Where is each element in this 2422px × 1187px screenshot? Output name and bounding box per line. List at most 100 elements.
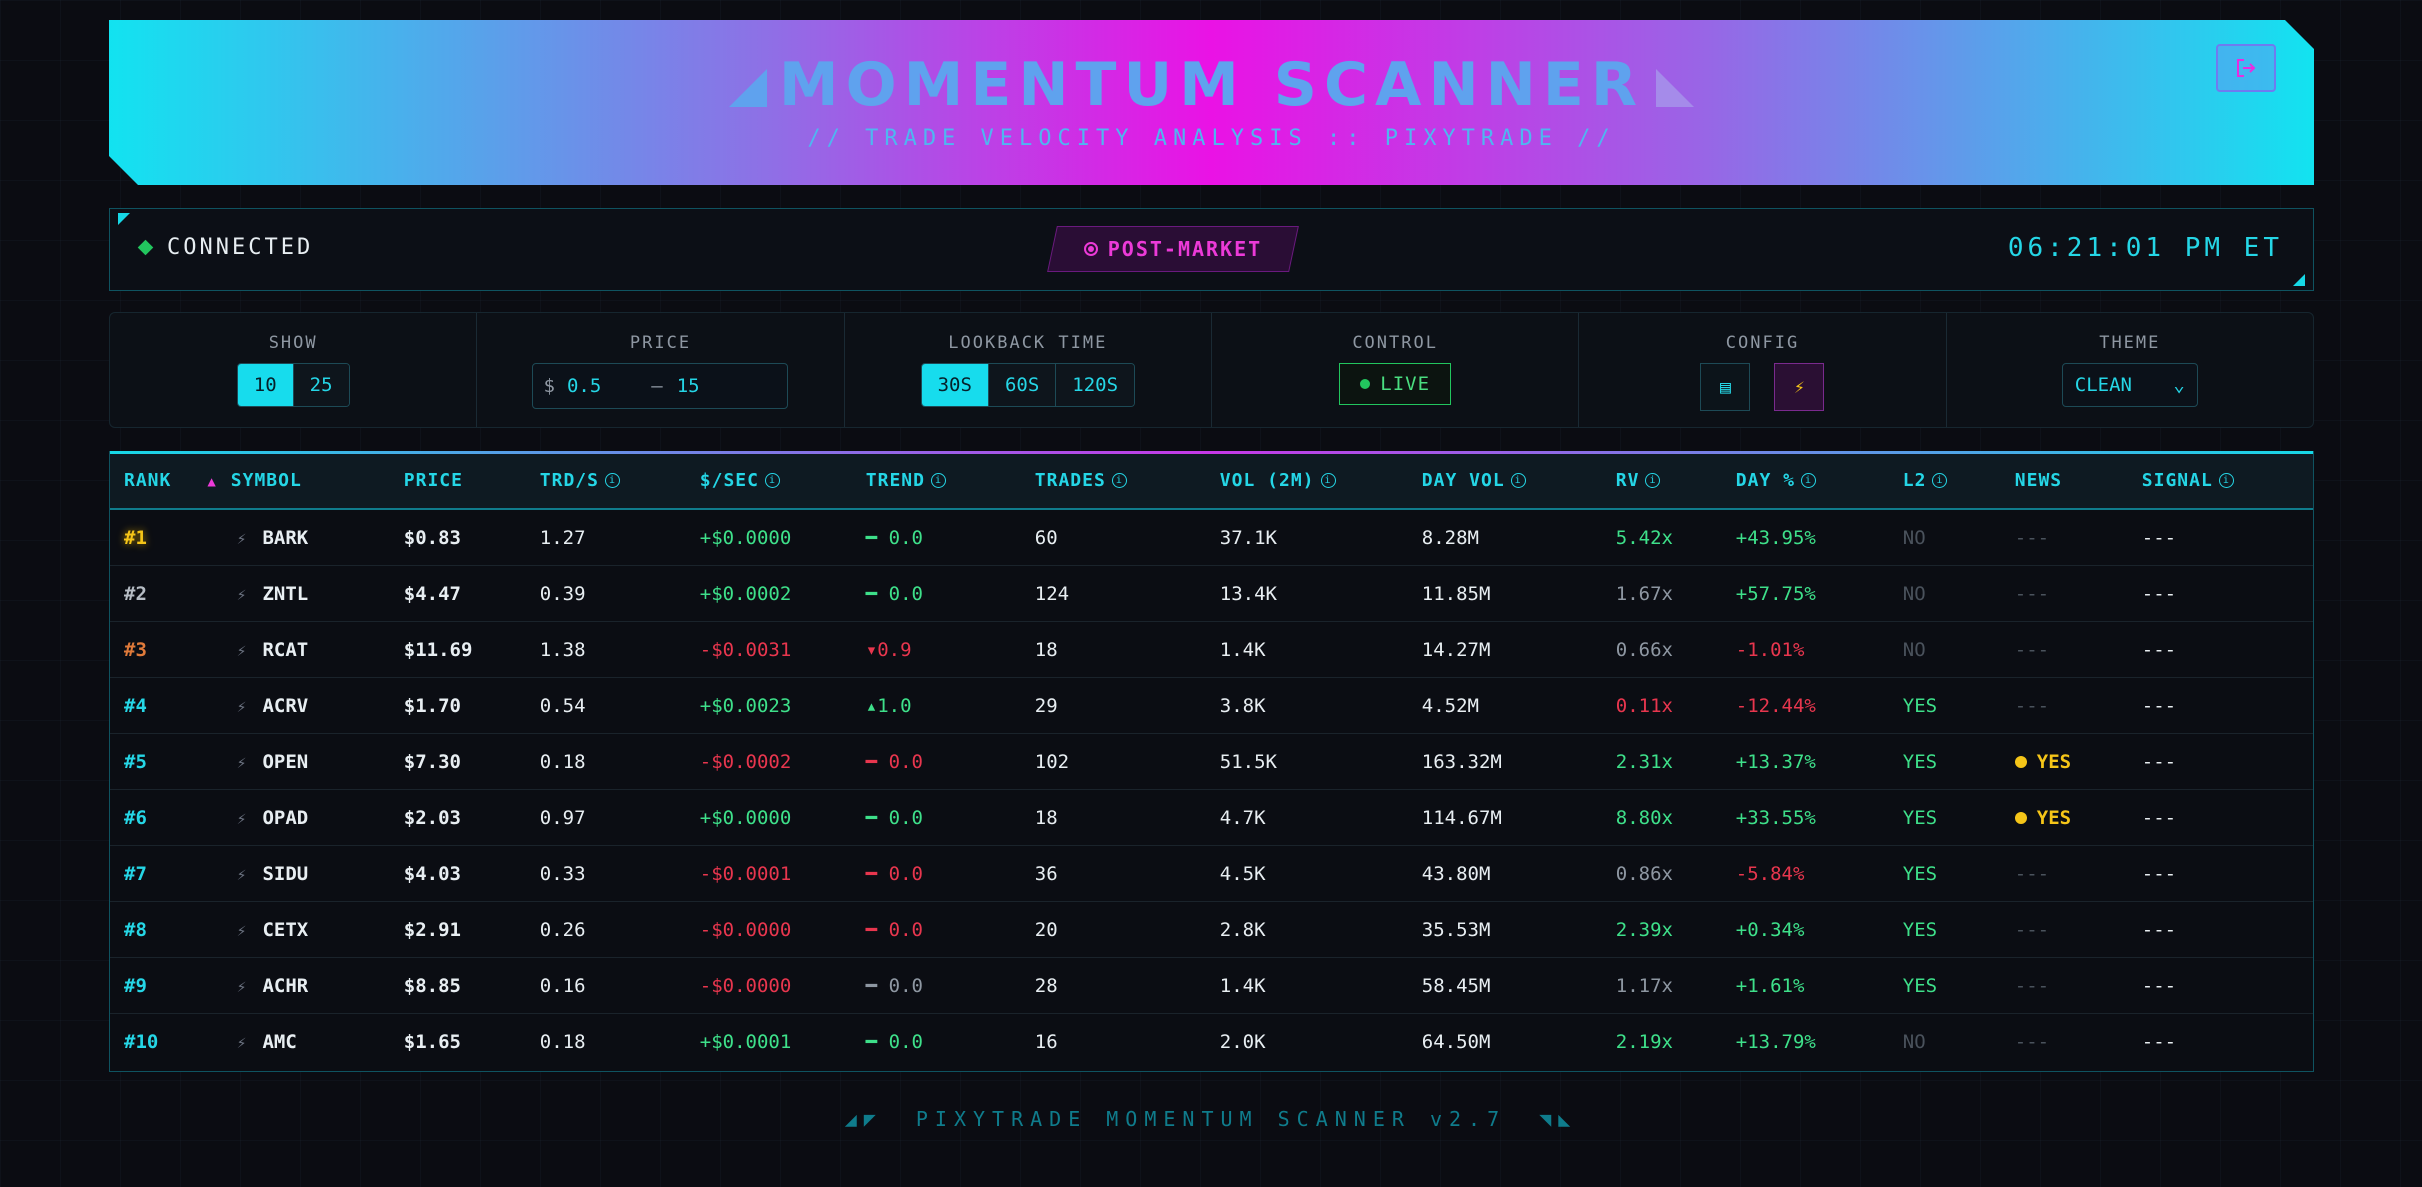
info-icon[interactable]: i [930, 473, 946, 488]
rank-cell: #9 [110, 957, 217, 1014]
symbol-cell[interactable]: ⚡ CETX [216, 901, 390, 958]
show-option-10[interactable]: 10 [237, 364, 294, 406]
col-sec[interactable]: $/SEC i [685, 452, 852, 510]
market-session-badge: POST-MARKET [1047, 226, 1299, 272]
symbol-cell[interactable]: ⚡ ZNTL [216, 565, 390, 622]
corner-accent-icon [118, 213, 130, 225]
info-icon[interactable]: i [2218, 473, 2234, 488]
symbol-cell[interactable]: ⚡ OPAD [216, 789, 390, 846]
vol2m-cell: 1.4K [1205, 621, 1408, 678]
info-icon[interactable]: i [1111, 473, 1127, 488]
table-row[interactable]: #8 ⚡ CETX $2.91 0.26 -$0.0000 ━ 0.0 20 2.8K 35.53… [110, 901, 2313, 958]
trend-cell: ━ 0.0 [851, 901, 1021, 958]
connected-diamond-icon [137, 239, 154, 256]
symbol-cell[interactable]: ⚡ ACHR [216, 957, 390, 1014]
col-trades[interactable]: TRADES i [1020, 452, 1206, 510]
info-icon[interactable]: i [1645, 473, 1661, 488]
news-value: --- [2014, 638, 2050, 661]
col-news[interactable]: NEWS [2000, 452, 2128, 510]
col-rv[interactable]: RV i [1601, 452, 1722, 510]
symbol-cell[interactable]: ⚡ ACRV [216, 677, 390, 734]
info-icon[interactable]: i [1510, 473, 1526, 488]
dayvol-cell: 58.45M [1407, 957, 1602, 1014]
rv-cell: 2.19x [1615, 1030, 1673, 1053]
table-row[interactable]: #7 ⚡ SIDU $4.03 0.33 -$0.0001 ━ 0.0 36 4.5K 43.80… [110, 845, 2313, 902]
table-row[interactable]: #3 ⚡ RCAT $11.69 1.38 -$0.0031 ▾0.9 18 1.4K 14.27… [110, 621, 2313, 678]
dayp-cell: +43.95% [1721, 509, 1889, 566]
info-icon[interactable]: i [1932, 473, 1948, 488]
trds-cell: 0.16 [525, 957, 686, 1014]
col-price[interactable]: PRICE [389, 452, 526, 510]
bolt-icon: ⚡ [236, 1032, 247, 1052]
lookback-toggle: 30S 60S 120S [920, 363, 1136, 407]
info-icon[interactable]: i [1800, 473, 1816, 488]
sec-cell: +$0.0002 [685, 565, 852, 622]
symbol-cell[interactable]: ⚡ SIDU [216, 845, 390, 902]
dayvol-cell: 163.32M [1407, 733, 1602, 790]
footer-left-ornament-icon: ◢◤ [844, 1107, 883, 1131]
news-value: YES [2036, 806, 2072, 829]
l2-cell: NO [1888, 565, 2001, 622]
rv-cell: 8.80x [1601, 789, 1722, 846]
trades-cell: 29 [1020, 677, 1206, 734]
table-row[interactable]: #2 ⚡ ZNTL $4.47 0.39 +$0.0002 ━ 0.0 124 13.4K 11.… [110, 565, 2313, 622]
symbol-cell[interactable]: ⚡ OPEN [216, 733, 390, 790]
price-control: PRICE $ 0.5 – 15 [477, 313, 845, 427]
col-trend[interactable]: TREND i [851, 452, 1021, 510]
trds-cell: 0.54 [525, 677, 686, 734]
table-row[interactable]: #5 ⚡ OPEN $7.30 0.18 -$0.0002 ━ 0.0 102 51.5K 163… [110, 733, 2313, 790]
rank-cell: #2 [110, 565, 217, 622]
bolt-icon: ⚡ [236, 752, 247, 772]
footer-text: PIXYTRADE MOMENTUM SCANNER v2.7 [915, 1107, 1507, 1131]
list-view-button[interactable]: ▤ [1700, 363, 1751, 411]
lookback-control: LOOKBACK TIME 30S 60S 120S [845, 313, 1212, 427]
show-option-25[interactable]: 25 [293, 364, 349, 406]
symbol-cell[interactable]: ⚡ BARK [216, 509, 390, 566]
col-vol2m[interactable]: VOL (2M) i [1205, 452, 1408, 510]
price-cell: $4.47 [389, 565, 526, 622]
logout-button[interactable] [2216, 44, 2276, 92]
col-dayvol[interactable]: DAY VOL i [1407, 452, 1602, 510]
dayp-cell: +0.34% [1721, 901, 1889, 958]
symbol-cell[interactable]: ⚡ AMC [217, 1014, 390, 1070]
col-vol2m-label: VOL (2M) [1219, 469, 1315, 491]
lookback-option-60s[interactable]: 60S [988, 364, 1057, 406]
dayp-cell: +57.75% [1721, 565, 1889, 622]
lookback-option-120s[interactable]: 120S [1056, 364, 1135, 406]
dayp-cell: -1.01% [1721, 621, 1889, 678]
info-icon[interactable]: i [764, 473, 780, 488]
col-signal-label: SIGNAL [2141, 469, 2213, 491]
col-symbol[interactable]: SYMBOL [216, 452, 390, 510]
trades-cell: 18 [1020, 621, 1206, 678]
symbol-cell[interactable]: ⚡ RCAT [216, 621, 390, 678]
col-l2[interactable]: L2 i [1888, 452, 2001, 510]
lookback-option-30s[interactable]: 30S [921, 364, 989, 406]
col-signal[interactable]: SIGNAL i [2127, 452, 2313, 510]
col-trds[interactable]: TRD/S i [525, 452, 686, 510]
list-icon: ▤ [1720, 376, 1731, 398]
news-cell: --- [2000, 901, 2128, 958]
table-row[interactable]: #1 ⚡ BARK $0.83 1.27 +$0.0000 ━ 0.0 60 37.1K 8.28… [110, 509, 2313, 566]
app-subtitle: // TRADE VELOCITY ANALYSIS :: PIXYTRADE … [807, 126, 1616, 151]
col-dayp[interactable]: DAY % i [1721, 452, 1889, 510]
col-rank[interactable]: RANK ▲ [110, 452, 217, 510]
table-row[interactable]: #9 ⚡ ACHR $8.85 0.16 -$0.0000 ━ 0.0 28 1.4K 58.45… [110, 957, 2313, 1014]
table-row[interactable]: #10 ⚡ AMC $1.65 0.18 +$0.0001 ━ 0.0 16 2.0K 64.50… [110, 1014, 2313, 1070]
dayvol-cell: 35.53M [1407, 901, 1602, 958]
col-dayp-label: DAY % [1735, 469, 1795, 491]
symbol-value: BARK [262, 526, 309, 549]
price-max-input[interactable]: 15 [677, 375, 700, 397]
table-row[interactable]: #4 ⚡ ACRV $1.70 0.54 +$0.0023 ▴1.0 29 3.8K 4.52M 0… [110, 677, 2313, 734]
news-cell: YES [2000, 789, 2128, 846]
bolt-config-button[interactable]: ⚡ [1774, 363, 1825, 411]
info-icon[interactable]: i [604, 473, 620, 488]
table-row[interactable]: #6 ⚡ OPAD $2.03 0.97 +$0.0000 ━ 0.0 18 4.7K 114.6… [110, 789, 2313, 846]
info-icon[interactable]: i [1320, 473, 1336, 488]
bolt-icon: ⚡ [236, 976, 247, 996]
dayvol-cell: 14.27M [1407, 621, 1602, 678]
corner-accent-icon [2293, 274, 2305, 286]
sec-cell: -$0.0000 [685, 957, 852, 1014]
price-min-input[interactable]: 0.5 [567, 375, 601, 397]
theme-select[interactable]: CLEAN ⌄ [2061, 363, 2198, 407]
live-button[interactable]: LIVE [1339, 363, 1452, 405]
